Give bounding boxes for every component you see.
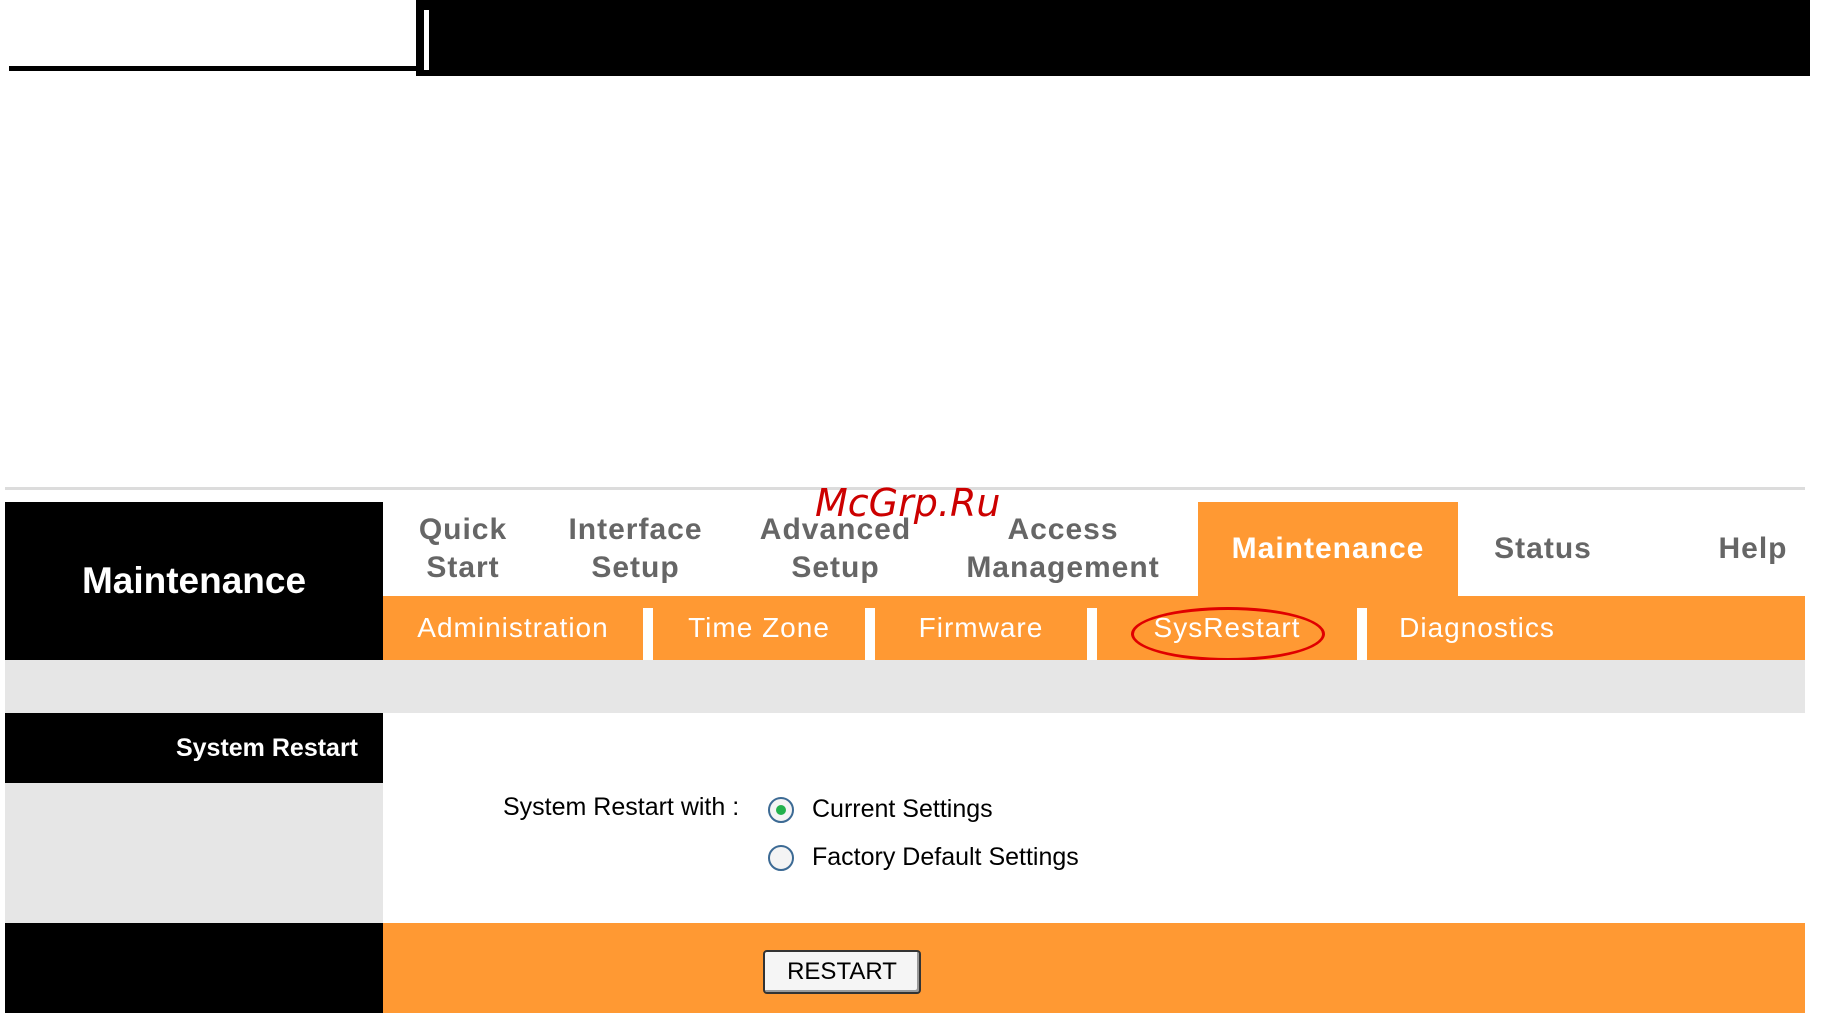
nav-help[interactable]: Help [1703, 502, 1803, 596]
subnav-separator [643, 608, 653, 660]
watermark: McGrp.Ru [815, 481, 1001, 525]
separator-strip [5, 660, 1805, 713]
option-label: Factory Default Settings [812, 843, 1079, 871]
nav-interface-setup[interactable]: Interface Setup [553, 502, 718, 596]
left-footer [5, 923, 383, 1013]
subnav-administration[interactable]: Administration [383, 596, 643, 660]
subnav-time-zone[interactable]: Time Zone [653, 596, 865, 660]
radio-current-settings[interactable] [768, 796, 794, 823]
option-current-settings[interactable]: Current Settings [768, 795, 993, 824]
nav-maintenance[interactable]: Maintenance [1198, 502, 1458, 596]
subnav-separator [865, 608, 875, 660]
main-nav: Quick Start Interface Setup Advanced Set… [383, 502, 1805, 596]
page-title: Maintenance [5, 502, 383, 660]
subnav-separator [1357, 608, 1367, 660]
nav-status[interactable]: Status [1473, 502, 1613, 596]
subnav-separator [1087, 608, 1097, 660]
option-label: Current Settings [812, 795, 993, 823]
subnav-diagnostics[interactable]: Diagnostics [1367, 596, 1587, 660]
highlight-circle [1131, 607, 1325, 661]
radio-factory-default[interactable] [768, 844, 794, 871]
left-gray-panel [5, 783, 383, 923]
nav-quick-start[interactable]: Quick Start [408, 502, 518, 596]
header-band [416, 0, 1810, 76]
restart-with-label: System Restart with : [503, 793, 740, 821]
top-header [0, 0, 1821, 76]
radio-selected-dot [776, 804, 786, 815]
sub-nav: Administration Time Zone Firmware SysRes… [383, 596, 1805, 660]
header-divider [424, 10, 429, 70]
subnav-firmware[interactable]: Firmware [875, 596, 1087, 660]
header-logo-area [9, 0, 416, 71]
button-bar [383, 923, 1805, 1013]
restart-button[interactable]: RESTART [763, 950, 921, 994]
option-factory-default[interactable]: Factory Default Settings [768, 843, 1079, 872]
section-title: System Restart [5, 713, 383, 783]
